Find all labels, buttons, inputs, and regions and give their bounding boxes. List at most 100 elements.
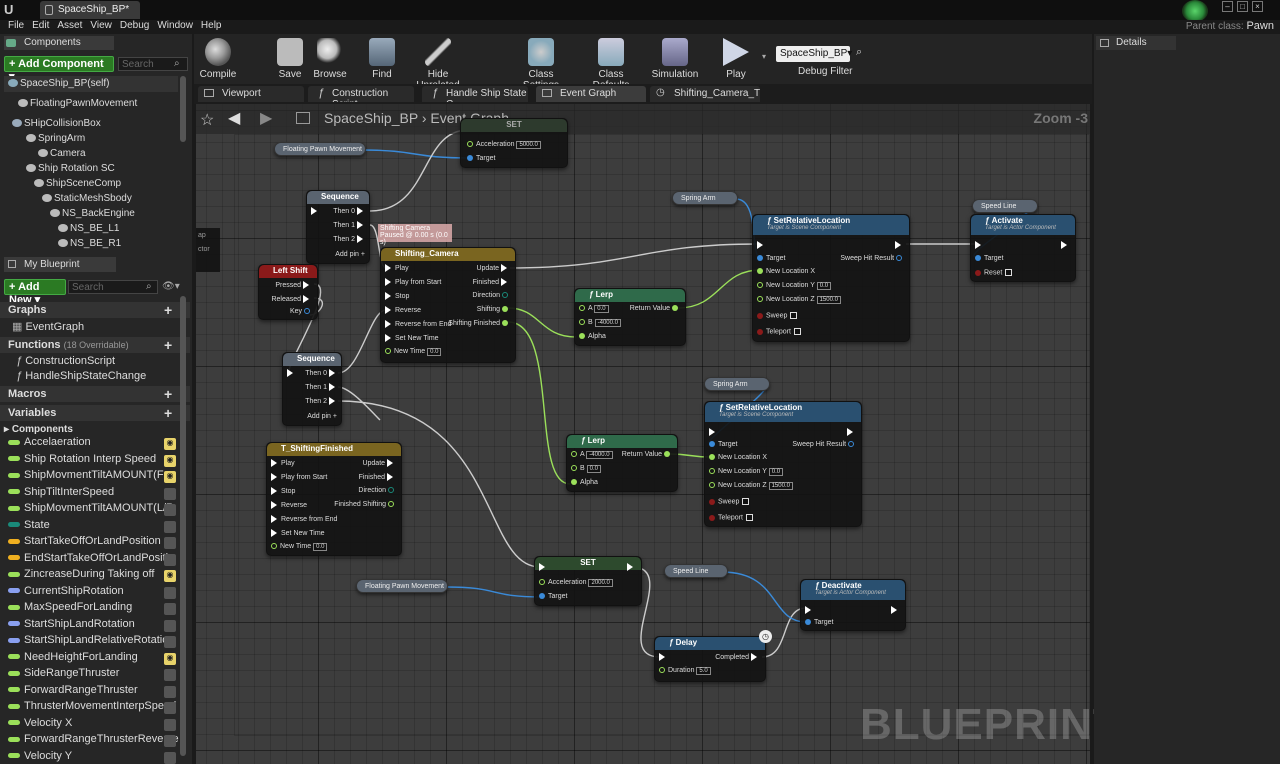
new-location-x-pin[interactable]: New Location X: [757, 268, 815, 275]
acceleration-value-input[interactable]: 5000.0: [516, 141, 541, 149]
exec-in-pin[interactable]: [709, 428, 719, 436]
set-new-time-pin[interactable]: Set New Time: [271, 529, 325, 537]
deactivate-node[interactable]: ƒ Deactivate Target is Actor Component Ta…: [800, 579, 906, 631]
shifting-camera-timeline-node[interactable]: Shifting_Camera Play Play from Start Sto…: [380, 247, 516, 363]
new-location-z-pin[interactable]: New Location Z 1500.0: [709, 482, 793, 490]
new-time-pin[interactable]: New Time 0.0: [271, 543, 328, 551]
target-pin[interactable]: Target: [805, 619, 833, 626]
alpha-pin[interactable]: Alpha: [571, 479, 598, 486]
new-location-y-pin[interactable]: New Location Y 0.0: [709, 468, 784, 476]
floating-pawn-movement-getter[interactable]: Floating Pawn Movement: [356, 579, 448, 593]
target-pin[interactable]: Target: [539, 593, 567, 600]
alpha-pin[interactable]: Alpha: [579, 333, 606, 340]
sweep-pin[interactable]: Sweep: [757, 312, 798, 319]
then1-pin[interactable]: Then 1: [305, 383, 339, 391]
teleport-pin[interactable]: Teleport: [709, 514, 753, 521]
return-value-pin[interactable]: Return Value: [622, 451, 673, 458]
shifting-finished-timeline-node[interactable]: T_ShiftingFinished Play Play from Start …: [266, 442, 402, 556]
a-pin[interactable]: A 0.0: [579, 305, 609, 313]
speed-line-getter[interactable]: Speed Line: [664, 564, 728, 578]
exec-in-pin[interactable]: [975, 241, 985, 249]
stop-pin[interactable]: Stop: [271, 487, 295, 495]
then1-pin[interactable]: Then 1: [333, 221, 367, 229]
sweep-pin[interactable]: Sweep: [709, 498, 750, 505]
exec-out-pin[interactable]: [1061, 241, 1071, 249]
delay-node[interactable]: ƒ Delay ◷ Completed Duration 5.0: [654, 630, 772, 682]
exec-in-pin[interactable]: [311, 207, 321, 215]
duration-input[interactable]: 5.0: [696, 667, 711, 675]
target-pin[interactable]: Target: [757, 255, 785, 262]
update-pin[interactable]: Update: [476, 264, 511, 272]
back-arrow-icon[interactable]: ◀: [228, 108, 240, 128]
reverse-pin[interactable]: Reverse: [271, 501, 307, 509]
return-value-pin[interactable]: Return Value: [630, 305, 681, 312]
released-pin[interactable]: Released: [271, 295, 313, 303]
sequence-node[interactable]: Sequence Then 0 Then 1 Then 2 Add pin +: [306, 190, 370, 264]
left-shift-event-node[interactable]: Left Shift Pressed Released Key: [258, 264, 318, 320]
new-location-z-input[interactable]: 1500.0: [768, 482, 793, 490]
completed-pin[interactable]: Completed: [715, 653, 761, 661]
new-time-input[interactable]: 0.0: [313, 543, 328, 551]
favorite-star-icon[interactable]: ☆: [200, 110, 214, 130]
sequence-node[interactable]: Sequence Then 0 Then 1 Then 2 Add pin +: [282, 352, 342, 426]
stop-pin[interactable]: Stop: [385, 292, 409, 300]
activate-node[interactable]: ƒ Activate Target is Actor Component Targ…: [970, 214, 1076, 282]
reset-pin[interactable]: Reset: [975, 269, 1013, 276]
shifting-output-pin[interactable]: Shifting: [477, 306, 511, 313]
new-location-z-pin[interactable]: New Location Z 1500.0: [757, 296, 841, 304]
finished-shifting-output-pin[interactable]: Finished Shifting: [334, 501, 397, 508]
exec-out-pin[interactable]: [847, 428, 857, 436]
exec-in-pin[interactable]: [287, 369, 297, 377]
add-pin-button[interactable]: Add pin +: [335, 251, 365, 258]
breadcrumb-blueprint[interactable]: SpaceShip_BP: [324, 110, 418, 126]
new-time-input[interactable]: 0.0: [427, 348, 442, 356]
sweep-hit-result-pin[interactable]: Sweep Hit Result: [840, 255, 905, 262]
finished-pin[interactable]: Finished: [359, 473, 397, 481]
lerp-node[interactable]: ƒ Lerp A -4000.0 B 0.0 Alpha Return Valu…: [566, 434, 678, 492]
play-pin[interactable]: Play: [385, 264, 409, 272]
exec-in-pin[interactable]: [805, 606, 815, 614]
acceleration-pin[interactable]: Acceleration 5000.0: [467, 141, 541, 149]
play-from-start-pin[interactable]: Play from Start: [385, 278, 441, 286]
exec-in-pin[interactable]: [539, 563, 549, 571]
teleport-checkbox[interactable]: [793, 328, 801, 335]
set-new-time-pin[interactable]: Set New Time: [385, 334, 439, 342]
acceleration-pin[interactable]: Acceleration 2000.0: [539, 579, 613, 587]
set-acceleration-node[interactable]: SET Acceleration 2000.0 Target: [534, 556, 642, 606]
reverse-pin[interactable]: Reverse: [385, 306, 421, 314]
play-from-start-pin[interactable]: Play from Start: [271, 473, 327, 481]
b-pin[interactable]: B -4000.0: [579, 319, 621, 327]
exec-in-pin[interactable]: [757, 241, 767, 249]
forward-arrow-icon[interactable]: ▶: [260, 108, 272, 128]
reverse-from-end-pin[interactable]: Reverse from End: [271, 515, 337, 523]
reset-checkbox[interactable]: [1005, 269, 1013, 276]
new-location-y-input[interactable]: 0.0: [768, 468, 784, 476]
target-pin[interactable]: Target: [709, 441, 737, 448]
exec-out-pin[interactable]: [895, 241, 905, 249]
spring-arm-getter[interactable]: Spring Arm: [672, 191, 738, 205]
a-pin[interactable]: A -4000.0: [571, 451, 613, 459]
duration-pin[interactable]: Duration 5.0: [659, 667, 711, 675]
update-pin[interactable]: Update: [362, 459, 397, 467]
sweep-checkbox[interactable]: [790, 312, 798, 319]
a-value-input[interactable]: 0.0: [594, 305, 609, 313]
finished-pin[interactable]: Finished: [473, 278, 511, 286]
add-pin-button[interactable]: Add pin +: [307, 413, 337, 420]
set-relative-location-node[interactable]: ƒ SetRelativeLocation Target is Scene Com…: [752, 214, 910, 342]
sweep-hit-result-pin[interactable]: Sweep Hit Result: [792, 441, 857, 448]
new-location-y-input[interactable]: 0.0: [816, 282, 832, 290]
b-value-input[interactable]: 0.0: [586, 465, 601, 473]
acceleration-value-input[interactable]: 2000.0: [588, 579, 613, 587]
then2-pin[interactable]: Then 2: [305, 397, 339, 405]
play-pin[interactable]: Play: [271, 459, 295, 467]
a-value-input[interactable]: -4000.0: [586, 451, 613, 459]
set-acceleration-node[interactable]: SET Acceleration 5000.0 Target: [460, 118, 568, 168]
exec-in-pin[interactable]: [659, 653, 669, 661]
then0-pin[interactable]: Then 0: [333, 207, 367, 215]
speed-line-getter[interactable]: Speed Line: [972, 199, 1038, 213]
exec-out-pin[interactable]: [627, 563, 637, 571]
teleport-checkbox[interactable]: [745, 514, 753, 521]
sweep-checkbox[interactable]: [742, 498, 750, 505]
lerp-node[interactable]: ƒ Lerp A 0.0 B -4000.0 Alpha Return Valu…: [574, 288, 686, 346]
b-pin[interactable]: B 0.0: [571, 465, 601, 473]
